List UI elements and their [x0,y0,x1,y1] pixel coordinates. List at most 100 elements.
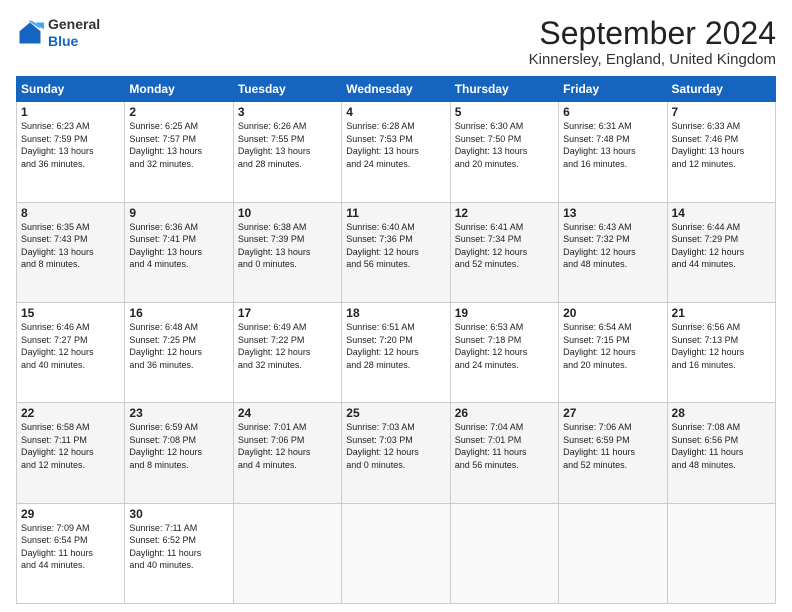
day-number: 15 [21,306,120,320]
day-number: 24 [238,406,337,420]
day-info: Sunrise: 6:36 AM Sunset: 7:41 PM Dayligh… [129,221,228,271]
day-number: 27 [563,406,662,420]
title-block: September 2024 Kinnersley, England, Unit… [529,16,776,68]
table-row: 29Sunrise: 7:09 AM Sunset: 6:54 PM Dayli… [17,503,125,603]
day-info: Sunrise: 6:25 AM Sunset: 7:57 PM Dayligh… [129,120,228,170]
table-row: 30Sunrise: 7:11 AM Sunset: 6:52 PM Dayli… [125,503,233,603]
col-wednesday: Wednesday [342,77,450,102]
day-info: Sunrise: 6:44 AM Sunset: 7:29 PM Dayligh… [672,221,771,271]
month-title: September 2024 [529,16,776,51]
day-info: Sunrise: 6:48 AM Sunset: 7:25 PM Dayligh… [129,321,228,371]
table-row [667,503,775,603]
day-info: Sunrise: 6:26 AM Sunset: 7:55 PM Dayligh… [238,120,337,170]
day-number: 30 [129,507,228,521]
day-number: 14 [672,206,771,220]
table-row: 15Sunrise: 6:46 AM Sunset: 7:27 PM Dayli… [17,302,125,402]
logo-icon [16,19,44,47]
day-info: Sunrise: 6:31 AM Sunset: 7:48 PM Dayligh… [563,120,662,170]
table-row: 17Sunrise: 6:49 AM Sunset: 7:22 PM Dayli… [233,302,341,402]
table-row: 7Sunrise: 6:33 AM Sunset: 7:46 PM Daylig… [667,102,775,202]
table-row: 14Sunrise: 6:44 AM Sunset: 7:29 PM Dayli… [667,202,775,302]
day-info: Sunrise: 6:56 AM Sunset: 7:13 PM Dayligh… [672,321,771,371]
table-row: 24Sunrise: 7:01 AM Sunset: 7:06 PM Dayli… [233,403,341,503]
day-info: Sunrise: 7:03 AM Sunset: 7:03 PM Dayligh… [346,421,445,471]
day-info: Sunrise: 6:59 AM Sunset: 7:08 PM Dayligh… [129,421,228,471]
day-info: Sunrise: 6:49 AM Sunset: 7:22 PM Dayligh… [238,321,337,371]
day-number: 29 [21,507,120,521]
table-row [233,503,341,603]
day-number: 6 [563,105,662,119]
day-number: 25 [346,406,445,420]
table-row: 8Sunrise: 6:35 AM Sunset: 7:43 PM Daylig… [17,202,125,302]
col-friday: Friday [559,77,667,102]
day-number: 10 [238,206,337,220]
day-info: Sunrise: 6:46 AM Sunset: 7:27 PM Dayligh… [21,321,120,371]
table-row: 26Sunrise: 7:04 AM Sunset: 7:01 PM Dayli… [450,403,558,503]
day-number: 1 [21,105,120,119]
day-info: Sunrise: 6:58 AM Sunset: 7:11 PM Dayligh… [21,421,120,471]
day-number: 17 [238,306,337,320]
table-row: 4Sunrise: 6:28 AM Sunset: 7:53 PM Daylig… [342,102,450,202]
day-number: 13 [563,206,662,220]
table-row: 10Sunrise: 6:38 AM Sunset: 7:39 PM Dayli… [233,202,341,302]
calendar-week-row: 29Sunrise: 7:09 AM Sunset: 6:54 PM Dayli… [17,503,776,603]
day-number: 26 [455,406,554,420]
day-number: 11 [346,206,445,220]
day-info: Sunrise: 6:54 AM Sunset: 7:15 PM Dayligh… [563,321,662,371]
table-row: 13Sunrise: 6:43 AM Sunset: 7:32 PM Dayli… [559,202,667,302]
col-saturday: Saturday [667,77,775,102]
day-info: Sunrise: 6:23 AM Sunset: 7:59 PM Dayligh… [21,120,120,170]
day-number: 7 [672,105,771,119]
day-number: 12 [455,206,554,220]
day-info: Sunrise: 7:01 AM Sunset: 7:06 PM Dayligh… [238,421,337,471]
table-row: 19Sunrise: 6:53 AM Sunset: 7:18 PM Dayli… [450,302,558,402]
logo-text: General Blue [48,16,100,50]
day-number: 28 [672,406,771,420]
table-row: 6Sunrise: 6:31 AM Sunset: 7:48 PM Daylig… [559,102,667,202]
day-number: 3 [238,105,337,119]
day-number: 16 [129,306,228,320]
day-info: Sunrise: 6:28 AM Sunset: 7:53 PM Dayligh… [346,120,445,170]
day-info: Sunrise: 6:43 AM Sunset: 7:32 PM Dayligh… [563,221,662,271]
calendar-header-row: Sunday Monday Tuesday Wednesday Thursday… [17,77,776,102]
table-row: 5Sunrise: 6:30 AM Sunset: 7:50 PM Daylig… [450,102,558,202]
day-info: Sunrise: 7:06 AM Sunset: 6:59 PM Dayligh… [563,421,662,471]
day-info: Sunrise: 6:41 AM Sunset: 7:34 PM Dayligh… [455,221,554,271]
day-info: Sunrise: 6:51 AM Sunset: 7:20 PM Dayligh… [346,321,445,371]
day-info: Sunrise: 6:38 AM Sunset: 7:39 PM Dayligh… [238,221,337,271]
table-row: 27Sunrise: 7:06 AM Sunset: 6:59 PM Dayli… [559,403,667,503]
day-info: Sunrise: 6:35 AM Sunset: 7:43 PM Dayligh… [21,221,120,271]
page: General Blue September 2024 Kinnersley, … [0,0,792,612]
table-row [450,503,558,603]
table-row: 12Sunrise: 6:41 AM Sunset: 7:34 PM Dayli… [450,202,558,302]
table-row: 3Sunrise: 6:26 AM Sunset: 7:55 PM Daylig… [233,102,341,202]
logo: General Blue [16,16,100,50]
day-info: Sunrise: 6:53 AM Sunset: 7:18 PM Dayligh… [455,321,554,371]
day-number: 22 [21,406,120,420]
col-tuesday: Tuesday [233,77,341,102]
table-row: 22Sunrise: 6:58 AM Sunset: 7:11 PM Dayli… [17,403,125,503]
table-row [559,503,667,603]
table-row: 2Sunrise: 6:25 AM Sunset: 7:57 PM Daylig… [125,102,233,202]
table-row: 9Sunrise: 6:36 AM Sunset: 7:41 PM Daylig… [125,202,233,302]
calendar-week-row: 22Sunrise: 6:58 AM Sunset: 7:11 PM Dayli… [17,403,776,503]
day-number: 8 [21,206,120,220]
day-number: 18 [346,306,445,320]
day-number: 19 [455,306,554,320]
calendar-table: Sunday Monday Tuesday Wednesday Thursday… [16,76,776,604]
table-row [342,503,450,603]
col-sunday: Sunday [17,77,125,102]
logo-line2: Blue [48,33,100,50]
col-monday: Monday [125,77,233,102]
table-row: 23Sunrise: 6:59 AM Sunset: 7:08 PM Dayli… [125,403,233,503]
day-number: 9 [129,206,228,220]
table-row: 1Sunrise: 6:23 AM Sunset: 7:59 PM Daylig… [17,102,125,202]
calendar-week-row: 15Sunrise: 6:46 AM Sunset: 7:27 PM Dayli… [17,302,776,402]
day-number: 5 [455,105,554,119]
day-info: Sunrise: 7:11 AM Sunset: 6:52 PM Dayligh… [129,522,228,572]
day-info: Sunrise: 6:30 AM Sunset: 7:50 PM Dayligh… [455,120,554,170]
day-info: Sunrise: 7:04 AM Sunset: 7:01 PM Dayligh… [455,421,554,471]
logo-line1: General [48,16,100,33]
calendar-week-row: 8Sunrise: 6:35 AM Sunset: 7:43 PM Daylig… [17,202,776,302]
day-number: 23 [129,406,228,420]
